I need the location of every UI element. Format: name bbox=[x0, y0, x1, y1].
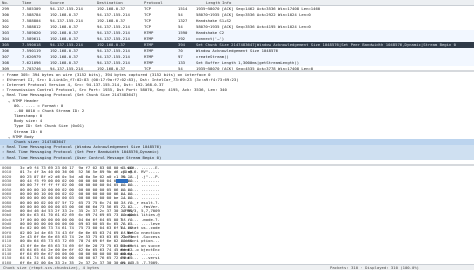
packet-info: 1935→58070 [ACK] Seq=1462 Ack=3536 Win=1… bbox=[196, 6, 321, 11]
detail-tree-label: › Real Time Messaging Protocol (User Con… bbox=[2, 154, 162, 160]
packet-no: 304 bbox=[2, 36, 10, 41]
packet-protocol: RTMP bbox=[144, 48, 154, 53]
packet-length: 54 bbox=[178, 24, 183, 29]
packet-info: Handshake C2 bbox=[196, 30, 225, 35]
packet-bytes-pane[interactable]: 0000 3c a9 f4 73 69 23 00 17 9a f7 02 83 … bbox=[0, 166, 474, 264]
detail-tree-label: › Real Time Messaging Protocol (Set Peer… bbox=[2, 149, 159, 155]
selected-bytes-highlight bbox=[116, 179, 128, 184]
packet-time: 7.588804 bbox=[22, 18, 41, 23]
packet-destination: 192.168.0.37 bbox=[97, 6, 126, 11]
packet-source: 192.168.0.37 bbox=[50, 30, 79, 35]
packet-destination: 94.137.155.214 bbox=[97, 24, 130, 29]
packet-time: 7.588812 bbox=[22, 24, 41, 29]
column-header-no[interactable]: No. bbox=[2, 1, 9, 5]
packet-length: 292 bbox=[178, 36, 186, 41]
packet-list-pane[interactable]: No. Time Source Destination Protocol Len… bbox=[0, 0, 474, 70]
packet-no: 308 bbox=[2, 60, 10, 65]
detail-tree-label: Stream ID: 0 bbox=[14, 128, 43, 134]
packet-source: 192.168.0.37 bbox=[50, 36, 79, 41]
detail-tree-item[interactable]: › Real Time Messaging Protocol (User Con… bbox=[0, 154, 474, 161]
packet-info: 58070→1935 [ACK] Seq=3536 Ack=4195 Win=1… bbox=[196, 24, 311, 29]
packet-destination: 94.137.155.214 bbox=[97, 54, 130, 59]
packet-protocol: RTMP bbox=[144, 60, 154, 65]
packet-list-rows: 299 7.585309 94.137.155.214 192.168.0.37 TCP… bbox=[0, 6, 474, 70]
packet-length: 1590 bbox=[178, 30, 188, 35]
packet-protocol: TCP bbox=[144, 6, 152, 11]
packet-info: Set Buffer Length 1,3000ms|getStreamLeng… bbox=[196, 60, 300, 65]
column-header-destination[interactable]: Destination bbox=[97, 1, 123, 5]
packet-source: 192.168.0.37 bbox=[50, 54, 79, 59]
packet-time: 7.585309 bbox=[22, 6, 41, 11]
status-field-info: Chunk size (rtmpt.scs.chunksize), 4 byte… bbox=[3, 265, 100, 270]
packet-source: 192.168.0.37 bbox=[50, 48, 79, 53]
packet-source: 94.137.155.214 bbox=[50, 6, 83, 11]
packet-no: 299 bbox=[2, 6, 10, 11]
packet-time: 7.621096 bbox=[22, 60, 41, 65]
packet-info: createStream() bbox=[196, 54, 229, 59]
packet-protocol: RTMP bbox=[144, 54, 154, 59]
packet-length: 97 bbox=[178, 54, 183, 59]
packet-protocol: RTMP bbox=[144, 30, 154, 35]
packet-destination: 94.137.155.214 bbox=[97, 30, 130, 35]
detail-tree-label: ⌄ RTMP Header bbox=[8, 97, 39, 103]
packet-info: Set Chunk Size 2147483647|Window Acknowl… bbox=[196, 42, 457, 47]
packet-time: 7.620979 bbox=[22, 54, 41, 59]
packet-length: 133 bbox=[178, 60, 186, 65]
column-header-info[interactable]: Info bbox=[222, 1, 231, 5]
packet-time: 7.590119 bbox=[22, 48, 41, 53]
packet-source: 192.168.0.37 bbox=[50, 60, 79, 65]
packet-detail-tree[interactable]: › Frame 305: 394 bytes on wire (3152 bit… bbox=[0, 72, 474, 164]
packet-destination: 192.168.0.37 bbox=[97, 18, 126, 23]
detail-rows: › Frame 305: 394 bytes on wire (3152 bit… bbox=[0, 72, 474, 161]
bytes-rows: 0000 3c a9 f4 73 69 23 00 17 9a f7 02 83 … bbox=[0, 166, 474, 264]
packet-source: 94.137.155.214 bbox=[50, 18, 83, 23]
packet-length: 70 bbox=[178, 48, 183, 53]
packet-no: 303 bbox=[2, 30, 10, 35]
packet-protocol: RTMP bbox=[144, 42, 154, 47]
packet-info: 58070→1935 [ACK] Seq=3536 Ack=2922 Win=1… bbox=[196, 12, 311, 17]
column-header-protocol[interactable]: Protocol bbox=[144, 1, 163, 5]
column-header-length[interactable]: Length bbox=[206, 1, 220, 5]
packet-no: 301 bbox=[2, 18, 10, 23]
packet-destination: 94.137.155.214 bbox=[97, 60, 130, 65]
packet-no: 307 bbox=[2, 54, 10, 59]
packet-length: 54 bbox=[178, 12, 183, 17]
packet-info: connect('…') bbox=[196, 36, 225, 41]
packet-time: 7.590018 bbox=[22, 42, 41, 47]
status-bar: Chunk size (rtmpt.scs.chunksize), 4 byte… bbox=[0, 264, 474, 270]
status-packet-count: Packets: 310 · Displayed: 310 (100.0%) bbox=[330, 265, 420, 270]
packet-length: 1327 bbox=[178, 18, 188, 23]
packet-no: 300 bbox=[2, 12, 10, 17]
packet-no: 305 bbox=[2, 42, 10, 47]
packet-protocol: RTMP bbox=[144, 36, 154, 41]
packet-length: 1514 bbox=[178, 6, 188, 11]
packet-protocol: TCP bbox=[144, 24, 152, 29]
packet-source: 192.168.0.37 bbox=[50, 12, 79, 17]
column-header-time[interactable]: Time bbox=[22, 1, 31, 5]
packet-source: 94.137.155.214 bbox=[50, 42, 83, 47]
packet-no: 302 bbox=[2, 24, 10, 29]
packet-info: Window Acknowledgement Size 1048576 bbox=[196, 48, 278, 53]
packet-protocol: TCP bbox=[144, 12, 152, 17]
packet-destination: 94.137.155.214 bbox=[97, 48, 130, 53]
packet-time: 7.589611 bbox=[22, 36, 41, 41]
packet-destination: 94.137.155.214 bbox=[97, 12, 130, 17]
packet-destination: 192.168.0.37 bbox=[97, 42, 126, 47]
packet-info: Handshake S1+S2 bbox=[196, 18, 232, 23]
detail-tree-label: Type ID: Set Chunk Size (0x01) bbox=[14, 123, 85, 129]
detail-tree-label: › Frame 305: 394 bytes on wire (3152 bit… bbox=[2, 72, 211, 77]
packet-destination: 94.137.155.214 bbox=[97, 36, 130, 41]
packet-source: 192.168.0.37 bbox=[50, 24, 79, 29]
packet-time: 7.588784 bbox=[22, 12, 41, 17]
packet-no: 306 bbox=[2, 48, 10, 53]
packet-length: 394 bbox=[178, 42, 186, 47]
packet-time: 7.589020 bbox=[22, 30, 41, 35]
column-header-source[interactable]: Source bbox=[50, 1, 64, 5]
packet-protocol: TCP bbox=[144, 18, 152, 23]
detail-tree-label: ⌄ Real Time Messaging Protocol (Set Chun… bbox=[2, 92, 138, 98]
